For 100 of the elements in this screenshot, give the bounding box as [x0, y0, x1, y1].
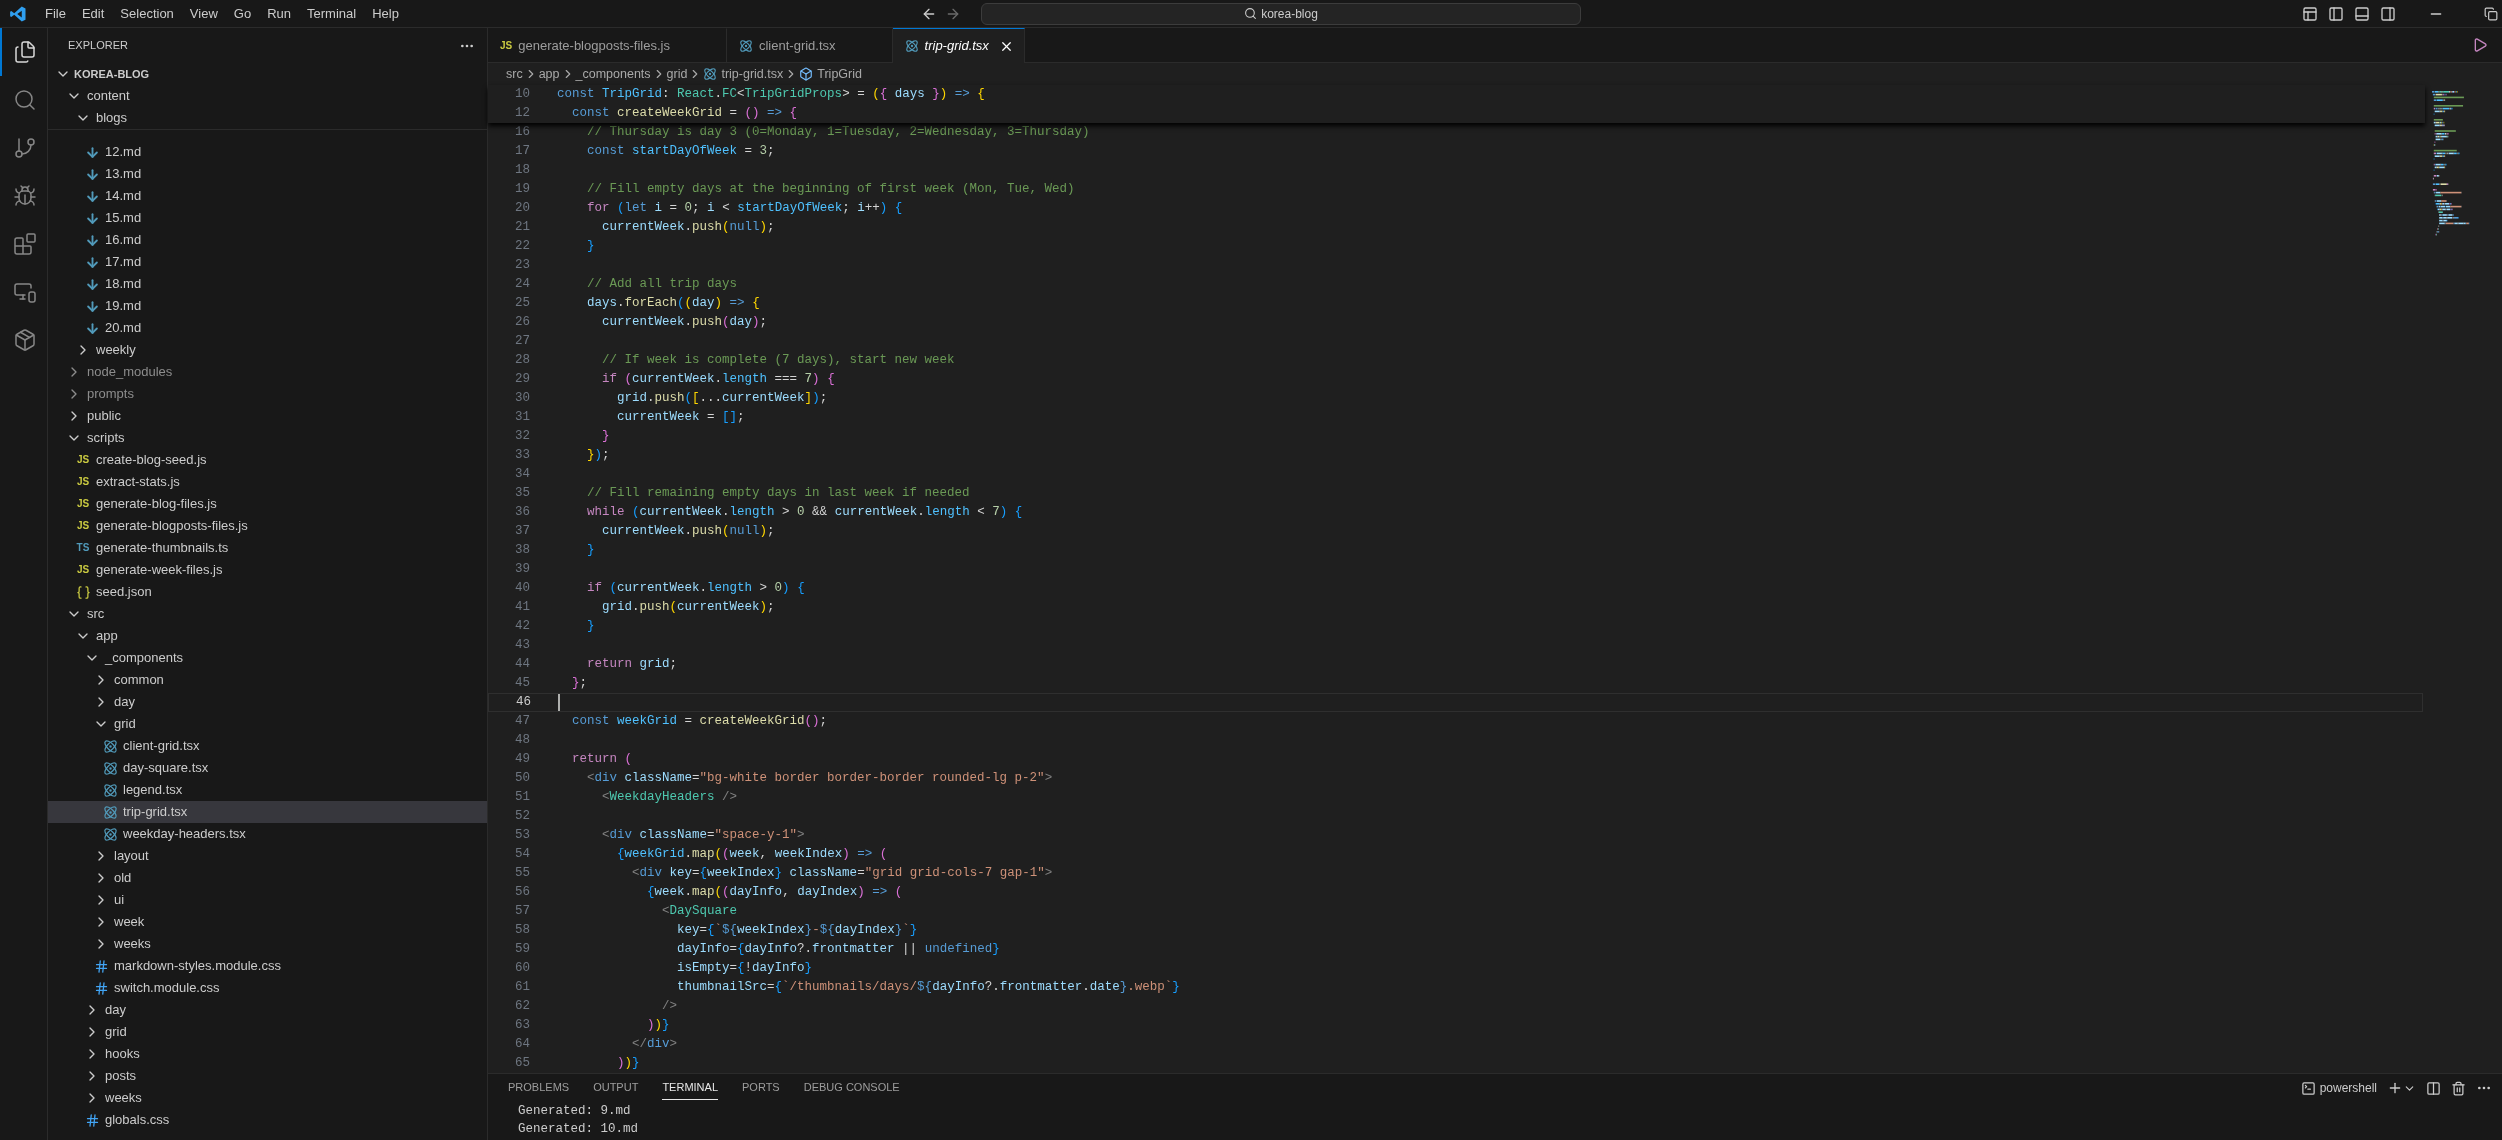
run-icon[interactable]	[2472, 37, 2488, 53]
explorer-row[interactable]: weekly	[48, 339, 487, 361]
explorer-row[interactable]: prompts	[48, 383, 487, 405]
menu-item[interactable]: Run	[259, 3, 299, 24]
explorer-row[interactable]: 13.md	[48, 163, 487, 185]
explorer-row[interactable]: blogs	[48, 107, 487, 129]
menu-item[interactable]: Edit	[73, 3, 113, 24]
explorer-row[interactable]: week	[48, 911, 487, 933]
code-line: }	[601, 428, 610, 446]
terminal-profile[interactable]: powershell	[2319, 1079, 2377, 1097]
explorer-row[interactable]: ui	[48, 889, 487, 911]
explorer-row[interactable]: seed.json	[48, 581, 487, 603]
code-line: // Fill empty days at the beginning of first week (Mon, Tue, Wed)	[586, 181, 1075, 199]
breadcrumb-item[interactable]: src	[506, 64, 523, 84]
blocks-icon	[12, 232, 37, 256]
explorer-row[interactable]: 18.md	[48, 273, 487, 295]
explorer-row[interactable]: grid	[48, 1021, 487, 1043]
explorer-row[interactable]: content	[48, 85, 487, 107]
package-icon	[12, 328, 37, 352]
explorer-row[interactable]: JS generate-blogposts-files.js	[48, 515, 487, 537]
panel-tab[interactable]: PROBLEMS	[508, 1076, 570, 1100]
breadcrumb-item[interactable]: app	[538, 64, 560, 84]
command-search-field[interactable]: korea-blog	[981, 2, 1581, 25]
explorer-row[interactable]: posts	[48, 1065, 487, 1087]
menu-item[interactable]: View	[181, 3, 226, 24]
explorer-row[interactable]: client-grid.tsx	[48, 735, 487, 757]
editor-tab[interactable]: trip-grid.tsx	[892, 28, 1025, 63]
workspace-header[interactable]: KOREA-BLOG	[48, 63, 487, 85]
trash-icon[interactable]	[2451, 1080, 2466, 1096]
explorer-row[interactable]: day	[48, 999, 487, 1021]
explorer-row[interactable]: day-square.tsx	[48, 757, 487, 779]
explorer-row[interactable]: JS generate-blog-files.js	[48, 493, 487, 515]
explorer-row[interactable]: 19.md	[48, 295, 487, 317]
explorer-row[interactable]: TS generate-thumbnails.ts	[48, 537, 487, 559]
explorer-row[interactable]: 14.md	[48, 185, 487, 207]
restore-icon[interactable]	[2484, 6, 2498, 21]
explorer-row[interactable]: _components	[48, 647, 487, 669]
explorer-row[interactable]: 17.md	[48, 251, 487, 273]
explorer-row[interactable]: weeks	[48, 933, 487, 955]
panel-left-icon[interactable]	[2328, 5, 2344, 22]
code-line: thumbnailSrc={`/thumbnails/days/${dayInfo?.frontmatter.date}.webp`}	[676, 979, 1180, 997]
line-number: 24	[514, 276, 530, 294]
explorer-row[interactable]: 20.md	[48, 317, 487, 339]
explorer-row[interactable]: trip-grid.tsx	[48, 801, 487, 823]
explorer-row[interactable]: weeks	[48, 1087, 487, 1109]
breadcrumb-item[interactable]: _components	[575, 64, 651, 84]
code-line: ))}	[646, 1017, 670, 1035]
explorer-row[interactable]: grid	[48, 713, 487, 735]
code-line: currentWeek = [];	[616, 409, 745, 427]
explorer-row[interactable]: markdown-styles.module.css	[48, 955, 487, 977]
line-number: 40	[514, 580, 530, 598]
layout-icon[interactable]	[2302, 5, 2318, 22]
breadcrumb-item[interactable]: TripGrid	[799, 64, 862, 84]
atom-icon	[102, 782, 118, 798]
explorer-row[interactable]: legend.tsx	[48, 779, 487, 801]
panel-tab[interactable]: DEBUG CONSOLE	[803, 1076, 900, 1100]
menu-item[interactable]: File	[37, 3, 74, 24]
files-icon	[12, 40, 37, 64]
explorer-row[interactable]: JS generate-week-files.js	[48, 559, 487, 581]
menu-item[interactable]: Terminal	[299, 3, 365, 24]
editor-tab[interactable]: client-grid.tsx	[727, 28, 893, 62]
atom-icon	[102, 738, 118, 754]
file-type-label: JS	[76, 477, 90, 487]
explorer-row[interactable]: app	[48, 625, 487, 647]
menu-item[interactable]: Go	[225, 3, 260, 24]
explorer-row[interactable]: globals.css	[48, 1109, 487, 1131]
explorer-row[interactable]: switch.module.css	[48, 977, 487, 999]
explorer-row[interactable]: layout	[48, 845, 487, 867]
sidebar-title: EXPLORER	[68, 38, 128, 54]
explorer-row[interactable]: 12.md	[48, 141, 487, 163]
explorer-row[interactable]: node_modules	[48, 361, 487, 383]
split-icon[interactable]	[2426, 1080, 2441, 1096]
explorer-row[interactable]: day	[48, 691, 487, 713]
breadcrumb-item[interactable]: grid	[666, 64, 688, 84]
explorer-row[interactable]: JS extract-stats.js	[48, 471, 487, 493]
panel-tab[interactable]: PORTS	[742, 1076, 780, 1100]
explorer-row[interactable]: scripts	[48, 427, 487, 449]
panel-tab[interactable]: TERMINAL	[662, 1076, 718, 1100]
explorer-row[interactable]: public	[48, 405, 487, 427]
editor-tab[interactable]: JS generate-blogposts-files.js	[488, 28, 727, 62]
explorer-row[interactable]: common	[48, 669, 487, 691]
code-line: />	[661, 998, 678, 1016]
explorer-row[interactable]: weekday-headers.tsx	[48, 823, 487, 845]
panel-tab[interactable]: OUTPUT	[593, 1076, 639, 1100]
plus-icon[interactable]	[2387, 1080, 2403, 1096]
explorer-row[interactable]: src	[48, 603, 487, 625]
explorer-row[interactable]: 15.md	[48, 207, 487, 229]
panel-bottom-icon[interactable]	[2354, 5, 2370, 22]
explorer-row[interactable]: hooks	[48, 1043, 487, 1065]
explorer-row[interactable]: 16.md	[48, 229, 487, 251]
symbol-icon	[799, 67, 814, 81]
menu-item[interactable]: Selection	[112, 3, 182, 24]
explorer-row[interactable]: old	[48, 867, 487, 889]
explorer-row[interactable]: JS create-blog-seed.js	[48, 449, 487, 471]
breadcrumb-item[interactable]: trip-grid.tsx	[703, 64, 784, 84]
panel-right-icon[interactable]	[2380, 5, 2396, 22]
code-line: ))}	[616, 1055, 640, 1073]
menu-item[interactable]: Help	[364, 3, 407, 24]
code-line: const TripGrid: React.FC<TripGridProps> = ({ days }) => {	[557, 86, 985, 104]
code-line: // Add all trip days	[586, 276, 738, 294]
